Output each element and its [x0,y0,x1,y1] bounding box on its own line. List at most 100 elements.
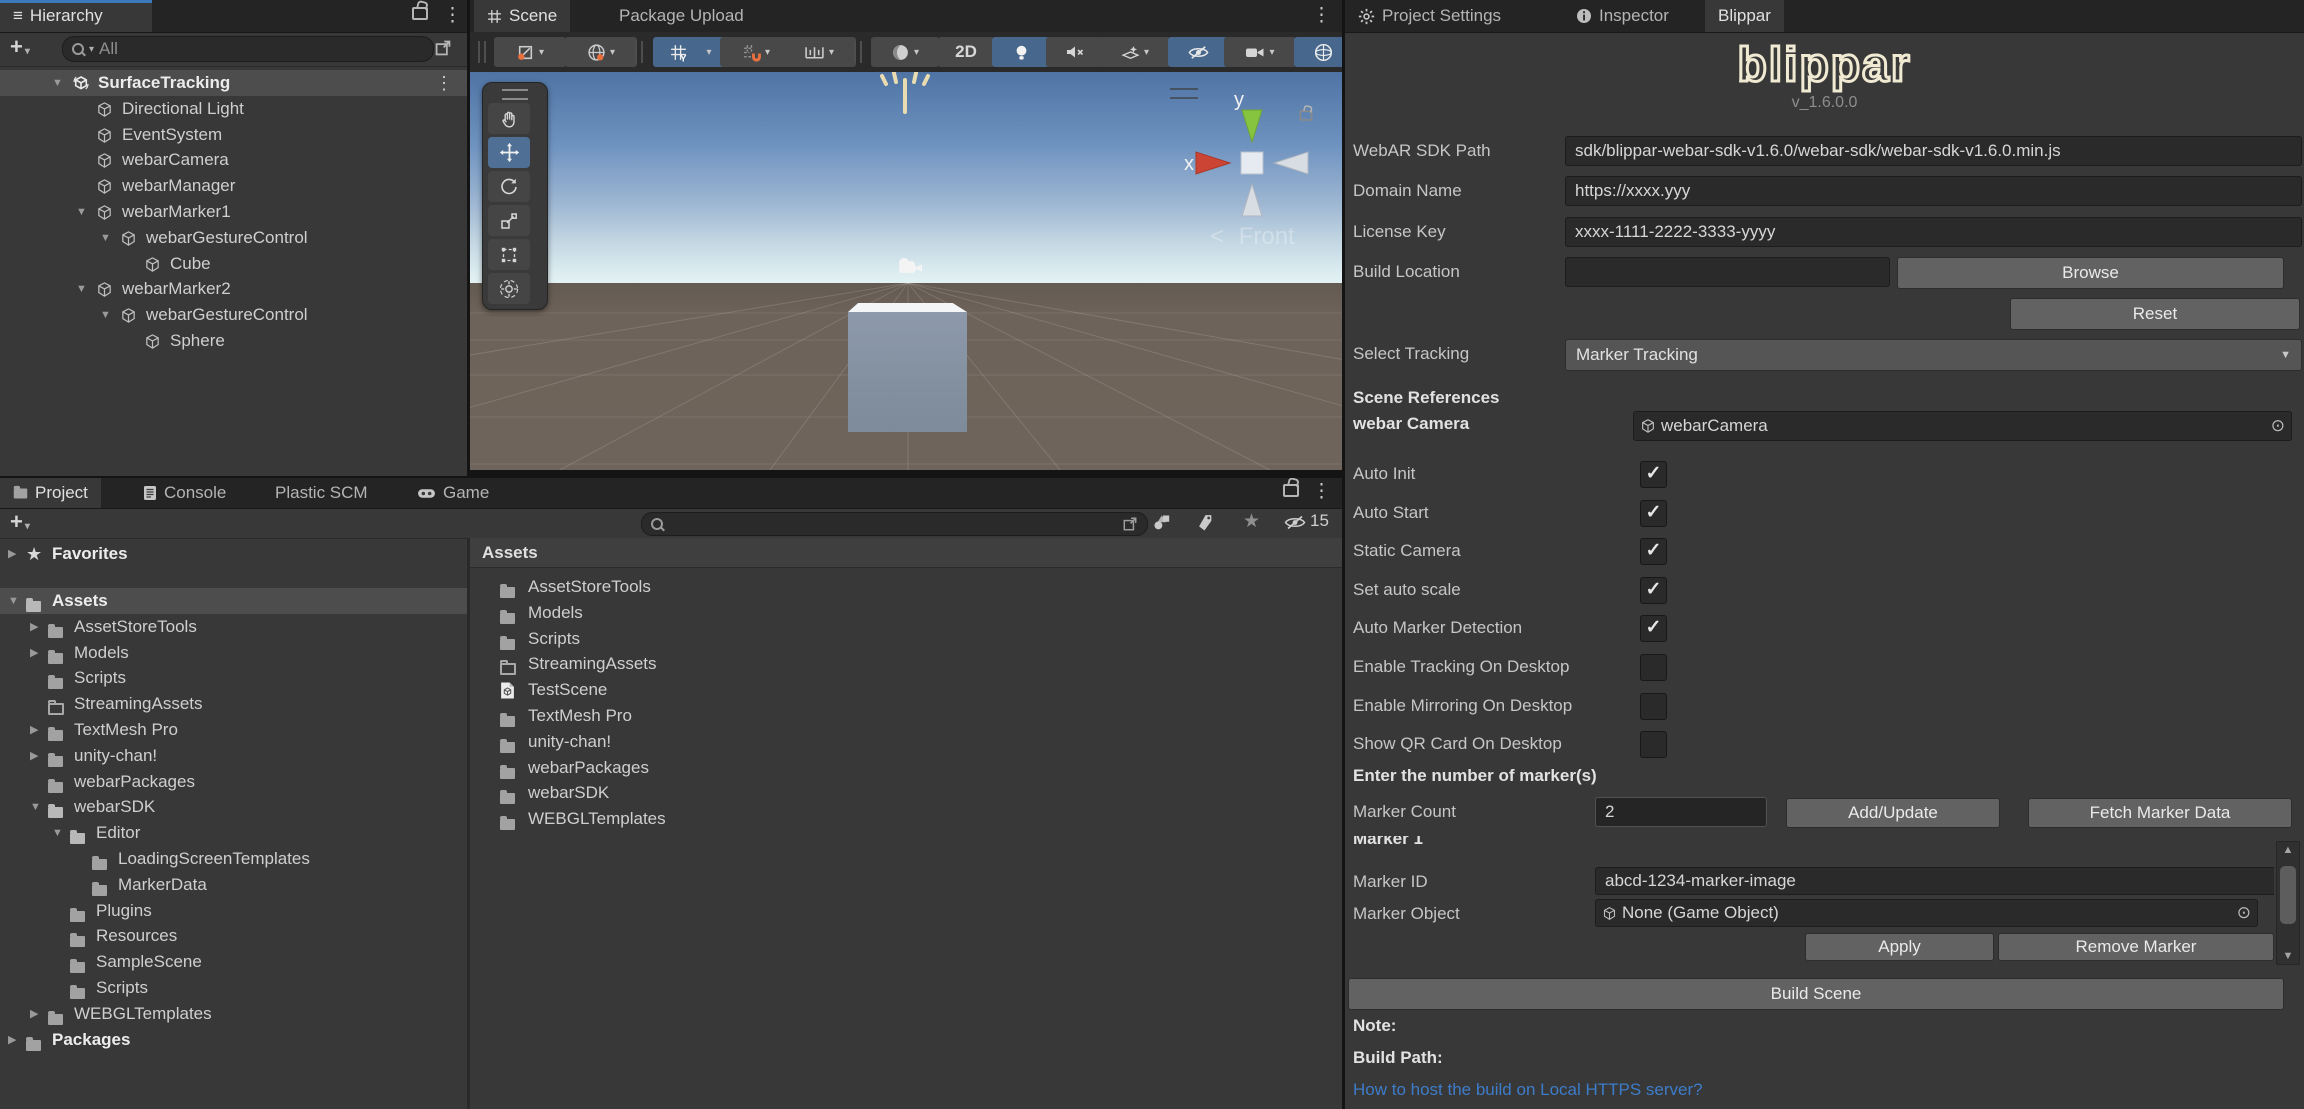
project-tree-item[interactable]: ▶ TextMesh Pro [0,717,467,743]
add-update-button[interactable]: Add/Update [1786,798,2000,828]
apply-button[interactable]: Apply [1805,933,1994,961]
expand-arrow-icon[interactable]: ▶ [30,614,38,640]
marker-count-input[interactable]: 2 [1595,797,1767,827]
project-tree-item[interactable]: LoadingScreenTemplates [0,846,467,872]
build-scene-button[interactable]: Build Scene [1348,978,2284,1010]
tab-game[interactable]: Game [404,478,502,508]
project-tree-item[interactable]: webarPackages [0,769,467,795]
expand-arrow-icon[interactable]: ▼ [76,199,87,225]
effects-toggle-button[interactable]: ▾ [1100,37,1170,67]
hierarchy-item[interactable]: ▼ webarMarker2 [0,276,467,302]
hierarchy-search-input[interactable]: ▾ All [62,36,434,62]
project-tree-item[interactable]: ▶ AssetStoreTools [0,614,467,640]
create-object-button[interactable]: + ▾ [10,34,30,65]
tab-console[interactable]: Console [130,478,239,508]
scene-visibility-button[interactable] [1168,37,1228,67]
assets-list-item[interactable]: TextMesh Pro [470,703,1342,729]
project-kebab-icon[interactable]: ⋮ [1312,478,1331,507]
orientation-gizmo[interactable]: y x < Front [1182,84,1332,256]
checkbox[interactable] [1640,692,1667,720]
hierarchy-item[interactable]: Cube [0,251,467,277]
marker-scrollbar[interactable]: ▲ ▼ [2276,841,2300,965]
project-tree-item[interactable]: MarkerData [0,872,467,898]
project-tree-item[interactable]: ▼ Editor [0,820,467,846]
hierarchy-item[interactable]: webarCamera [0,147,467,173]
palette-drag-handle[interactable] [502,89,528,100]
project-create-button[interactable]: + ▾ [10,509,30,540]
project-tree-item[interactable]: Scripts [0,665,467,691]
cube-object[interactable] [848,312,967,432]
transform-tool-button[interactable] [488,273,530,304]
tool-handle-pivot-button[interactable]: ▾ [494,37,566,67]
directional-light-gizmo[interactable] [870,72,940,116]
search-open-in-window-icon[interactable] [1122,516,1138,532]
hierarchy-kebab-icon[interactable]: ⋮ [443,0,462,32]
item-kebab-icon[interactable]: ⋮ [435,70,453,96]
expand-arrow-icon[interactable]: ▼ [52,70,63,96]
gizmos-toggle-button[interactable] [1294,37,1342,67]
assets-list-item[interactable]: webarPackages [470,755,1342,781]
assets-list-item[interactable]: Scripts [470,626,1342,652]
assets-list-item[interactable]: StreamingAssets [470,651,1342,677]
expand-arrow-icon[interactable]: ▶ [8,1027,16,1053]
scene-lighting-button[interactable] [992,37,1050,67]
rotate-tool-button[interactable] [488,171,530,202]
scene-kebab-icon[interactable]: ⋮ [1312,0,1331,32]
scroll-down-icon[interactable]: ▼ [2277,950,2299,962]
object-picker-icon[interactable]: ⊙ [2237,903,2251,923]
hierarchy-item[interactable]: ▼ SurfaceTracking ⋮ [0,70,467,96]
increment-snap-button[interactable]: ▾ [782,37,856,67]
assets-list-item[interactable]: TestScene [470,677,1342,703]
filter-by-type-icon[interactable] [1153,514,1171,530]
project-tree-item[interactable]: ▶ Models [0,640,467,666]
project-tree-item[interactable]: ▶ Packages [0,1027,467,1053]
fetch-marker-data-button[interactable]: Fetch Marker Data [2028,798,2292,828]
checkbox[interactable]: ✓ [1640,499,1667,527]
marker-id-input[interactable]: abcd-1234-marker-image [1595,867,2274,895]
assets-list-item[interactable]: webarSDK [470,780,1342,806]
checkbox[interactable]: ✓ [1640,538,1667,566]
tab-plastic-scm[interactable]: Plastic SCM [262,478,381,508]
project-tree-item[interactable]: ▶ WEBGLTemplates [0,1001,467,1027]
project-tree-item[interactable]: ▶ unity-chan! [0,743,467,769]
draw-mode-button[interactable]: ▾ [871,37,939,67]
project-tree-item[interactable]: Resources [0,923,467,949]
rect-tool-button[interactable] [488,239,530,270]
scroll-thumb[interactable] [2280,866,2296,924]
scale-tool-button[interactable] [488,205,530,236]
hidden-count-icon[interactable] [1283,514,1307,531]
favorites-row[interactable]: ▶ ★ Favorites [0,541,467,567]
hierarchy-item[interactable]: EventSystem [0,122,467,148]
expand-arrow-icon[interactable]: ▼ [100,225,111,251]
project-tree-item[interactable]: ▼ webarSDK [0,794,467,820]
filter-by-label-icon[interactable] [1198,514,1213,531]
checkbox[interactable] [1640,731,1667,759]
expand-arrow-icon[interactable]: ▼ [52,820,63,846]
hand-tool-button[interactable] [488,103,530,134]
open-in-window-icon[interactable] [434,39,452,57]
expand-arrow-icon[interactable]: ▼ [30,794,41,820]
expand-arrow-icon[interactable]: ▼ [76,276,87,302]
checkbox[interactable]: ✓ [1640,615,1667,643]
expand-arrow-icon[interactable]: ▶ [30,717,38,743]
favorites-filter-icon[interactable]: ★ [1243,510,1260,533]
assets-list-item[interactable]: WEBGLTemplates [470,806,1342,832]
expand-arrow-icon[interactable]: ▼ [100,302,111,328]
assets-list-item[interactable]: unity-chan! [470,729,1342,755]
checkbox[interactable] [1640,654,1667,681]
hierarchy-item[interactable]: Sphere [0,328,467,354]
expand-arrow-icon[interactable]: ▶ [30,640,38,666]
project-tree-item[interactable]: Plugins [0,898,467,924]
https-hosting-link[interactable]: How to host the build on Local HTTPS ser… [1353,1080,1703,1100]
assets-list-item[interactable]: AssetStoreTools [470,574,1342,600]
project-tree-item[interactable]: StreamingAssets [0,691,467,717]
expand-arrow-icon[interactable]: ▶ [30,1001,38,1027]
assets-list-item[interactable]: Models [470,600,1342,626]
scroll-up-icon[interactable]: ▲ [2277,844,2299,856]
checkbox[interactable]: ✓ [1640,461,1667,488]
camera-gizmo[interactable] [896,256,924,276]
tab-project[interactable]: Project [0,478,101,508]
project-tree-item[interactable]: Scripts [0,975,467,1001]
expand-arrow-icon[interactable]: ▼ [8,588,19,614]
tab-hierarchy[interactable]: ≡ Hierarchy [0,0,152,32]
